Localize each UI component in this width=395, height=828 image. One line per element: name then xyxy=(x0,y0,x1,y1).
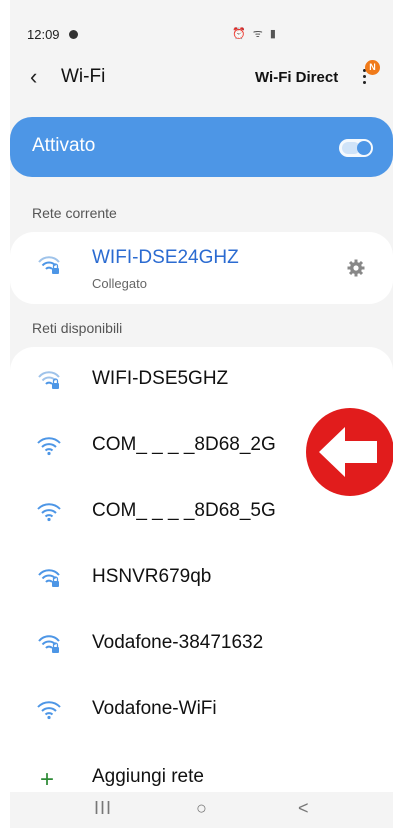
network-name: COM_ _ _ _8D68_5G xyxy=(92,500,276,521)
page-title: Wi-Fi xyxy=(61,66,106,87)
notification-dot-icon xyxy=(69,30,78,39)
phone-screen: 12:09 ⏰ ᯤ ▮ ‹ Wi-Fi Wi-Fi Direct N Attiv… xyxy=(10,0,393,828)
master-switch-label: Attivato xyxy=(32,135,96,156)
app-bar: ‹ Wi-Fi Wi-Fi Direct N xyxy=(10,60,393,98)
gear-icon[interactable] xyxy=(346,258,366,278)
recent-apps-button[interactable]: III xyxy=(94,798,112,819)
status-bar: 12:09 ⏰ ᯤ ▮ xyxy=(10,0,393,60)
add-network-row[interactable]: + Aggiungi rete xyxy=(10,752,393,796)
wifi-secured-icon xyxy=(38,256,60,274)
current-network-card[interactable]: WIFI-DSE24GHZ Collegato xyxy=(10,232,393,304)
status-icons: ⏰ ᯤ ▮ xyxy=(232,28,278,40)
network-row[interactable]: Vodafone-38471632 xyxy=(10,611,393,677)
wifi-direct-button[interactable]: Wi-Fi Direct xyxy=(255,69,338,86)
red-arrow-icon xyxy=(306,408,393,496)
network-row[interactable]: WIFI-DSE5GHZ xyxy=(10,347,393,413)
network-row[interactable]: Vodafone-WiFi xyxy=(10,677,393,743)
network-name: WIFI-DSE5GHZ xyxy=(92,368,229,389)
status-time: 12:09 xyxy=(27,27,60,42)
wifi-toggle[interactable] xyxy=(339,139,373,157)
network-name: Vodafone-38471632 xyxy=(92,632,264,653)
nav-back-button[interactable]: < xyxy=(298,798,309,819)
network-name: HSNVR679qb xyxy=(92,566,212,587)
wifi-icon xyxy=(37,503,61,522)
network-name: Vodafone-WiFi xyxy=(92,698,217,719)
network-name: COM_ _ _ _8D68_2G xyxy=(92,434,276,455)
current-network-name: WIFI-DSE24GHZ xyxy=(92,247,239,268)
add-network-label: Aggiungi rete xyxy=(92,766,204,787)
wifi-master-switch[interactable]: Attivato xyxy=(10,117,393,177)
network-row[interactable]: HSNVR679qb xyxy=(10,545,393,611)
toggle-knob xyxy=(357,141,371,155)
new-badge: N xyxy=(365,60,380,75)
plus-icon: + xyxy=(40,766,55,793)
navigation-bar: III ○ < xyxy=(10,792,393,828)
wifi-icon xyxy=(37,437,61,456)
current-network-status: Collegato xyxy=(92,276,147,291)
wifi-secured-icon xyxy=(38,635,60,653)
current-network-header: Rete corrente xyxy=(32,205,117,221)
home-button[interactable]: ○ xyxy=(196,798,207,819)
wifi-secured-icon xyxy=(38,569,60,587)
available-networks-header: Reti disponibili xyxy=(32,320,123,336)
wifi-icon xyxy=(37,701,61,720)
wifi-secured-icon xyxy=(38,371,60,389)
back-icon[interactable]: ‹ xyxy=(30,64,37,90)
